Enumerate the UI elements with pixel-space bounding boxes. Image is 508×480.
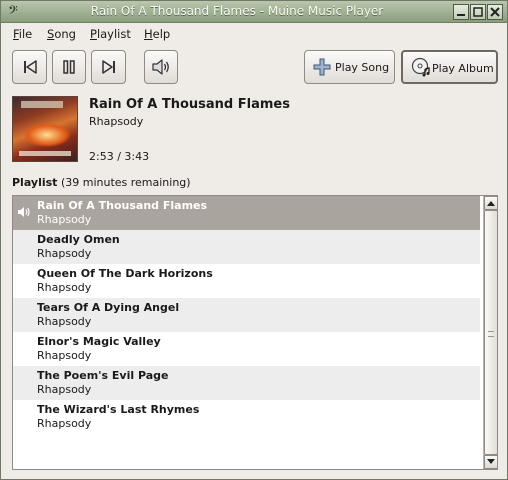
scroll-up-button[interactable] xyxy=(484,196,497,210)
song-artist: Rhapsody xyxy=(37,213,92,226)
now-playing-title: Rain Of A Thousand Flames xyxy=(89,97,290,112)
cover-artwork xyxy=(23,123,71,147)
title-bar[interactable]: 𝄢 Rain Of A Thousand Flames - Muine Musi… xyxy=(1,1,507,23)
maximize-icon xyxy=(473,7,483,17)
list-item[interactable]: Tears Of A Dying Angel Rhapsody xyxy=(13,298,480,332)
pause-button[interactable] xyxy=(52,50,86,84)
bass-clef-icon[interactable]: 𝄢 xyxy=(5,4,21,20)
list-item[interactable]: Queen Of The Dark Horizons Rhapsody xyxy=(13,264,480,298)
menu-playlist[interactable]: Playlist xyxy=(90,27,131,41)
menu-label: ong xyxy=(54,27,76,41)
song-title: Queen Of The Dark Horizons xyxy=(37,267,213,280)
song-artist: Rhapsody xyxy=(37,281,92,294)
menu-mnemonic: H xyxy=(144,27,153,41)
pause-icon xyxy=(63,60,75,74)
scroll-down-button[interactable] xyxy=(484,455,497,469)
song-artist: Rhapsody xyxy=(37,383,92,396)
song-title: Elnor's Magic Valley xyxy=(37,335,161,348)
volume-button[interactable] xyxy=(144,50,178,84)
app-window: 𝄢 Rain Of A Thousand Flames - Muine Musi… xyxy=(0,0,508,480)
song-title: The Poem's Evil Page xyxy=(37,369,169,382)
list-item[interactable]: Deadly Omen Rhapsody xyxy=(13,230,480,264)
song-artist: Rhapsody xyxy=(37,417,92,430)
list-item-current[interactable]: Rain Of A Thousand Flames Rhapsody xyxy=(13,196,480,230)
song-title: The Wizard's Last Rhymes xyxy=(37,403,200,416)
song-artist: Rhapsody xyxy=(37,349,92,362)
maximize-button[interactable] xyxy=(470,4,486,20)
skip-next-icon xyxy=(101,60,115,74)
menu-mnemonic: P xyxy=(90,27,97,41)
list-item[interactable]: Elnor's Magic Valley Rhapsody xyxy=(13,332,480,366)
previous-button[interactable] xyxy=(12,50,47,84)
play-album-label: Play Album xyxy=(432,62,494,75)
song-artist: Rhapsody xyxy=(37,315,92,328)
vertical-scrollbar[interactable] xyxy=(483,196,497,469)
cd-music-icon xyxy=(411,57,430,77)
playlist-heading: Playlist xyxy=(12,176,58,189)
now-playing-speaker-icon xyxy=(18,207,30,217)
minimize-icon xyxy=(457,14,465,16)
list-item[interactable]: The Wizard's Last Rhymes Rhapsody xyxy=(13,400,480,434)
plus-icon xyxy=(313,58,331,76)
play-song-label: Play Song xyxy=(335,61,390,74)
playlist-list[interactable]: Rain Of A Thousand Flames Rhapsody Deadl… xyxy=(12,195,498,470)
close-icon xyxy=(490,7,500,17)
now-playing-time: 2:53 / 3:43 xyxy=(89,150,150,163)
playlist-header: Playlist (39 minutes remaining) xyxy=(12,176,191,189)
menu-label: laylist xyxy=(96,27,131,41)
arrow-up-icon xyxy=(487,201,495,206)
cover-caption xyxy=(19,151,71,156)
grip-icon xyxy=(488,331,494,337)
now-playing-artist: Rhapsody xyxy=(89,115,144,128)
menu-help[interactable]: Help xyxy=(144,27,170,41)
window-title: Rain Of A Thousand Flames - Muine Music … xyxy=(90,4,384,18)
song-title: Rain Of A Thousand Flames xyxy=(37,199,208,212)
cover-logo xyxy=(21,101,63,108)
list-item[interactable]: The Poem's Evil Page Rhapsody xyxy=(13,366,480,400)
playlist-remaining: (39 minutes remaining) xyxy=(60,176,191,189)
minimize-button[interactable] xyxy=(453,4,469,20)
skip-previous-icon xyxy=(23,60,37,74)
speaker-volume-icon xyxy=(152,59,169,75)
menu-file[interactable]: File xyxy=(13,27,32,41)
menu-label: elp xyxy=(152,27,171,41)
menu-song[interactable]: Song xyxy=(47,27,76,41)
album-cover xyxy=(12,96,78,162)
song-artist: Rhapsody xyxy=(37,247,92,260)
close-button[interactable] xyxy=(487,4,503,20)
playlist-rows: Rain Of A Thousand Flames Rhapsody Deadl… xyxy=(13,196,480,434)
menu-label: ile xyxy=(18,27,33,41)
next-button[interactable] xyxy=(91,50,126,84)
song-title: Deadly Omen xyxy=(37,233,120,246)
menu-bar: File Song Playlist Help xyxy=(2,24,507,44)
play-album-button[interactable]: Play Album xyxy=(401,50,498,84)
arrow-down-icon xyxy=(487,459,495,464)
play-song-button[interactable]: Play Song xyxy=(304,50,395,84)
scrollbar-thumb[interactable] xyxy=(484,210,497,455)
song-title: Tears Of A Dying Angel xyxy=(37,301,180,314)
